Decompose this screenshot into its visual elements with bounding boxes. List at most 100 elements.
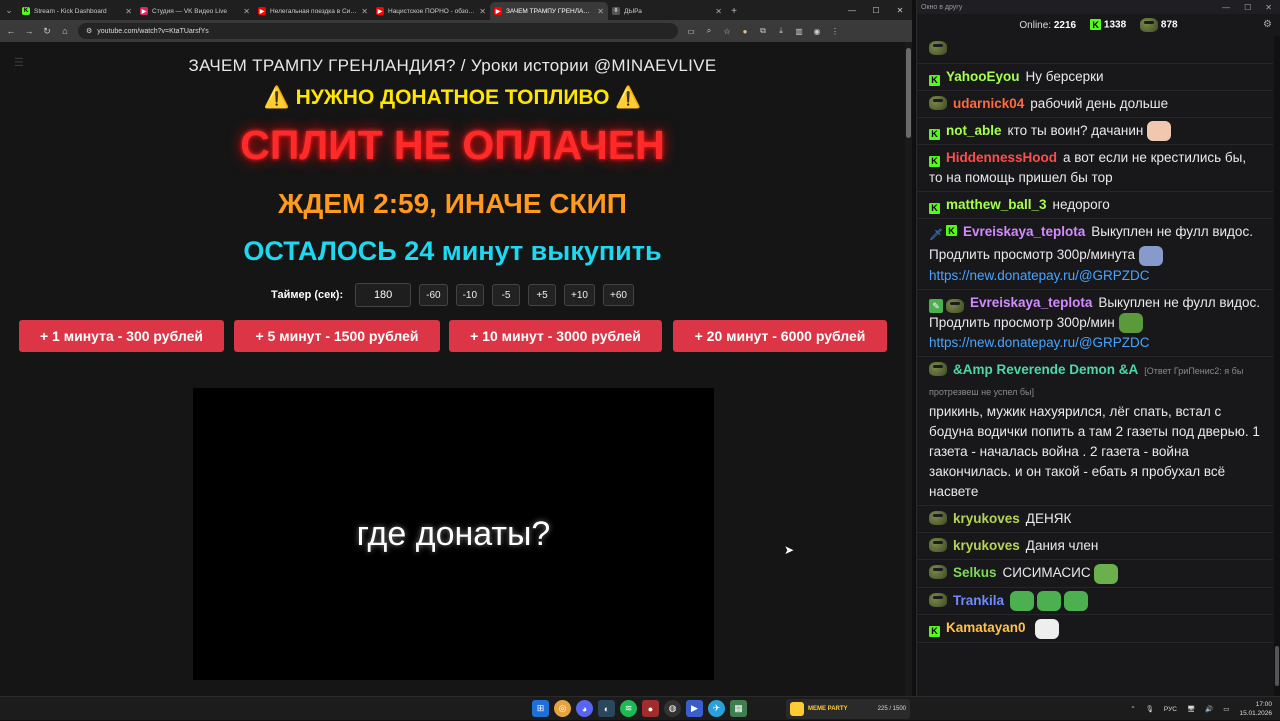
chat-username[interactable]: Kamatayan0	[946, 620, 1026, 635]
app-grid-taskbar-icon[interactable]: ▦	[730, 700, 747, 717]
chat-message[interactable]: K YahooEyou Ну берсерки	[917, 64, 1273, 91]
reload-icon[interactable]: ↻	[42, 26, 52, 37]
tab-close-icon[interactable]: ✕	[361, 7, 368, 16]
chat-message[interactable]: &Amp Reverende Demon &A [Ответ ГриПенис2:…	[917, 357, 1273, 507]
forward-icon[interactable]: →	[24, 26, 34, 36]
chat-username[interactable]: Trankila	[953, 593, 1004, 608]
meme-party-widget[interactable]: MEME PARTY 225 / 1500	[786, 699, 910, 719]
download-icon[interactable]: ⤓	[776, 26, 786, 36]
extension-dot-icon[interactable]: ●	[740, 27, 750, 36]
profile-icon[interactable]: ◉	[812, 27, 822, 36]
chat-message[interactable]: kryukoves Дания член	[917, 533, 1273, 561]
chat-username[interactable]: YahooEyou	[946, 69, 1020, 84]
close-icon[interactable]: ✕	[888, 0, 912, 20]
timer-adjust-button[interactable]: -10	[455, 284, 485, 306]
chat-message[interactable]: K HiddennessHood а вот если не крестились …	[917, 145, 1273, 193]
chat-username[interactable]: udarnick04	[953, 96, 1024, 111]
tab-close-icon[interactable]: ✕	[243, 7, 250, 16]
bookmark-star-icon[interactable]: ☆	[722, 27, 732, 36]
chat-link[interactable]: https://new.donatepay.ru/@GRPZDC	[929, 335, 1150, 350]
timer-adjust-button[interactable]: +5	[528, 284, 557, 306]
home-icon[interactable]: ⌂	[60, 26, 70, 36]
maximize-icon[interactable]: ☐	[864, 0, 888, 20]
site-info-icon[interactable]: ⚙	[86, 27, 92, 35]
tab-close-icon[interactable]: ✕	[715, 7, 722, 16]
chat-message[interactable]	[917, 36, 1273, 64]
telegram-taskbar-icon[interactable]: ✈	[708, 700, 725, 717]
taskbar-clock[interactable]: 17:00 15.01.2026	[1239, 700, 1272, 718]
battery-icon[interactable]: ▭	[1223, 705, 1229, 713]
chat-username[interactable]: not_able	[946, 123, 1002, 138]
browser-tab[interactable]: K Stream - Kick Dashboard ✕	[18, 2, 136, 20]
chat-message[interactable]: Selkus СИСИМАСИС	[917, 560, 1273, 588]
page-scrollbar[interactable]	[905, 42, 912, 696]
chat-message[interactable]: udarnick04 рабочий день дольше	[917, 91, 1273, 118]
chat-username[interactable]: Selkus	[953, 565, 997, 580]
chat-scrollbar-thumb[interactable]	[1275, 646, 1279, 686]
sidebar-icon[interactable]: ▥	[794, 27, 804, 36]
chat-scrollbar[interactable]	[1274, 36, 1280, 696]
chat-username[interactable]: Evreiskaya_teplota	[963, 224, 1085, 239]
tab-close-icon[interactable]: ✕	[125, 7, 132, 16]
chat-minimize-icon[interactable]: —	[1222, 3, 1230, 12]
timer-adjust-button[interactable]: -60	[419, 284, 448, 306]
video-player[interactable]: где донаты?	[193, 388, 714, 680]
minimize-icon[interactable]: —	[840, 0, 864, 20]
tab-close-icon[interactable]: ✕	[597, 7, 604, 16]
browser-tab[interactable]: ▶ Студия — VK Видео Live ✕	[136, 2, 254, 20]
chat-message[interactable]: K Kamatayan0	[917, 615, 1273, 643]
timer-adjust-button[interactable]: +60	[603, 284, 634, 306]
chat-username[interactable]: matthew_ball_3	[946, 197, 1047, 212]
chat-message[interactable]: 🗡 K Evreiskaya_teplota Выкуплен не фулл вид…	[917, 219, 1273, 290]
browser-tab[interactable]: ▶ ЗАЧЕМ ТРАМПУ ГРЕНЛАНДИЯ ✕	[490, 2, 608, 20]
donate-button[interactable]: + 10 минут - 3000 рублей	[449, 320, 662, 352]
tray-expand-icon[interactable]: ⌃	[1130, 705, 1135, 713]
chat-message-list[interactable]: K YahooEyou Ну берсерки udarnick04 рабочий д…	[917, 36, 1273, 696]
extension-puzzle-icon[interactable]: ⧉	[758, 26, 768, 36]
volume-icon[interactable]: 🔊	[1205, 705, 1213, 713]
browser-tab[interactable]: ▶ Нелегальная поездка в Сирию ✕	[254, 2, 372, 20]
chat-username[interactable]: Evreiskaya_teplota	[970, 295, 1092, 310]
browser-menu-icon[interactable]: ⋮	[830, 27, 840, 36]
chat-username[interactable]: HiddennessHood	[946, 150, 1057, 165]
app-red-taskbar-icon[interactable]: ●	[642, 700, 659, 717]
chat-settings-icon[interactable]: ⚙	[1263, 19, 1272, 30]
new-tab-button[interactable]: +	[726, 2, 742, 20]
donate-button[interactable]: + 1 минута - 300 рублей	[19, 320, 224, 352]
chat-message[interactable]: Kmatthew_ball_3 недорого	[917, 192, 1273, 220]
timer-seconds-input[interactable]	[355, 283, 412, 307]
steam-taskbar-icon[interactable]: ◐	[598, 700, 615, 717]
start-menu-icon[interactable]: ⊞	[532, 700, 549, 717]
url-field[interactable]: ⚙ youtube.com/watch?v=KtaTUarsfYs	[78, 23, 678, 39]
timer-adjust-button[interactable]: +10	[564, 284, 595, 306]
chrome-taskbar-icon[interactable]: ◎	[554, 700, 571, 717]
media-player-taskbar-icon[interactable]: ▶	[686, 700, 703, 717]
tray-mic-icon[interactable]: 🎙	[1146, 705, 1154, 713]
chat-message[interactable]: kryukoves ДЕНЯК	[917, 506, 1273, 534]
donate-button[interactable]: + 20 минут - 6000 рублей	[673, 320, 887, 352]
screen-cast-icon[interactable]: ▭	[686, 27, 696, 36]
chat-username[interactable]: &Amp Reverende Demon &A	[953, 362, 1138, 377]
donate-button[interactable]: + 5 минут - 1500 рублей	[234, 320, 440, 352]
chat-username[interactable]: kryukoves	[953, 511, 1020, 526]
page-scrollbar-thumb[interactable]	[906, 48, 911, 138]
chat-message[interactable]: ✎ Evreiskaya_teplota Выкуплен не фулл видо…	[917, 290, 1273, 358]
tray-lang[interactable]: РУС	[1164, 706, 1177, 713]
browser-tab[interactable]: ◊ ДЫРа ✕	[608, 2, 726, 20]
network-icon[interactable]: 🖥	[1187, 705, 1195, 713]
obs-taskbar-icon[interactable]: ◍	[664, 700, 681, 717]
tab-search-icon[interactable]: ⌄	[0, 0, 18, 20]
browser-tab[interactable]: ▶ Нацистское ПОРНО - обзор ви ✕	[372, 2, 490, 20]
zoom-icon[interactable]: ⌕	[704, 26, 714, 36]
timer-adjust-button[interactable]: -5	[492, 284, 521, 306]
spotify-taskbar-icon[interactable]: ≋	[620, 700, 637, 717]
back-icon[interactable]: ←	[6, 26, 16, 36]
discord-taskbar-icon[interactable]: ◕	[576, 700, 593, 717]
chat-message[interactable]: Trankila	[917, 588, 1273, 616]
chat-username[interactable]: kryukoves	[953, 538, 1020, 553]
chat-close-icon[interactable]: ✕	[1265, 3, 1272, 12]
chat-link[interactable]: https://new.donatepay.ru/@GRPZDC	[929, 268, 1150, 283]
tab-close-icon[interactable]: ✕	[479, 7, 486, 16]
chat-maximize-icon[interactable]: ☐	[1244, 3, 1251, 12]
chat-message[interactable]: Knot_able кто ты воин? дачанин	[917, 118, 1273, 146]
